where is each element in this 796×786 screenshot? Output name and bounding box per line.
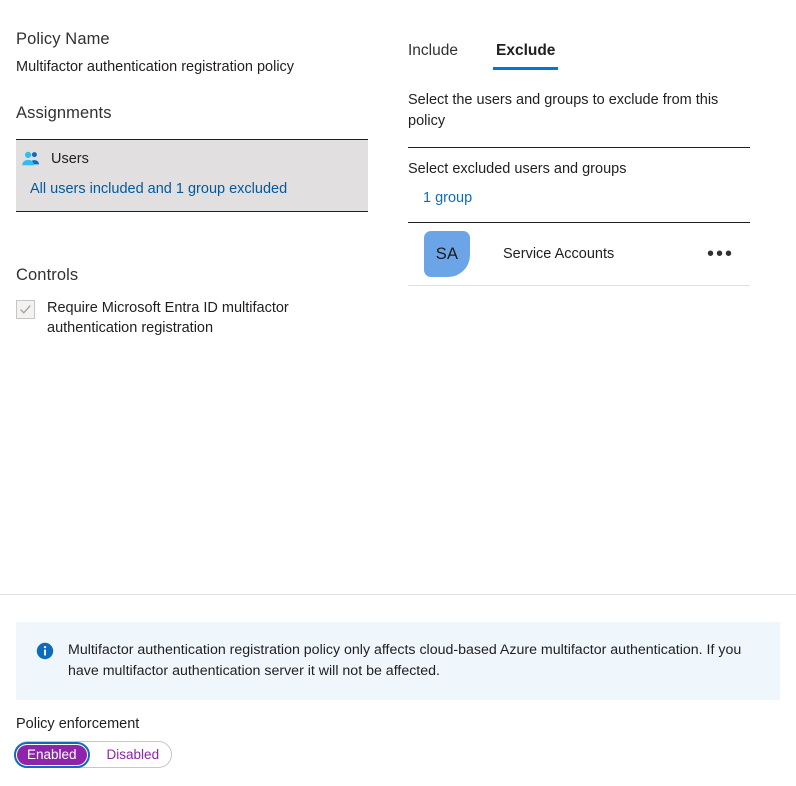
- users-card-header: Users: [16, 147, 368, 171]
- tab-include[interactable]: Include: [408, 42, 458, 70]
- policy-name-label: Policy Name: [16, 30, 110, 48]
- assignments-divider-bottom: [16, 211, 368, 212]
- exclude-panel-column: Include Exclude Select the users and gro…: [408, 0, 750, 286]
- more-options-icon[interactable]: •••: [705, 244, 736, 264]
- controls-heading: Controls: [16, 266, 79, 284]
- policy-detail-top-region: Policy Name Multifactor authentication r…: [0, 0, 796, 594]
- exclude-description: Select the users and groups to exclude f…: [408, 92, 719, 129]
- users-card-title: Users: [51, 151, 89, 167]
- excluded-member-name: Service Accounts: [503, 246, 615, 262]
- exclude-description-divider: [408, 147, 750, 148]
- require-mfa-registration-checkbox: [16, 300, 35, 319]
- avatar: SA: [424, 231, 470, 277]
- policy-enforcement-toggle[interactable]: Enabled Disabled: [14, 741, 173, 768]
- assignment-card-users[interactable]: Users All users included and 1 group exc…: [16, 140, 368, 211]
- policy-name-value: Multifactor authentication registration …: [16, 59, 295, 75]
- include-exclude-tabs: Include Exclude: [408, 38, 750, 70]
- users-card-summary: All users included and 1 group excluded: [30, 181, 288, 197]
- enforcement-option-enabled[interactable]: Enabled: [14, 741, 90, 768]
- excluded-group-count-link[interactable]: 1 group: [408, 190, 750, 206]
- excluded-member-divider: [408, 285, 750, 286]
- assignments-heading: Assignments: [16, 104, 112, 122]
- info-banner: Multifactor authentication registration …: [16, 622, 780, 700]
- info-circle-icon: [36, 642, 54, 660]
- enforcement-option-disabled[interactable]: Disabled: [103, 745, 164, 764]
- control-row-mfa-registration[interactable]: Require Microsoft Entra ID multifactor a…: [16, 298, 368, 338]
- users-group-icon: [20, 148, 42, 170]
- require-mfa-registration-label: Require Microsoft Entra ID multifactor a…: [47, 300, 289, 336]
- footer-divider: [0, 594, 796, 595]
- excluded-member-row[interactable]: SA Service Accounts •••: [408, 223, 750, 285]
- policy-summary-column: Policy Name Multifactor authentication r…: [16, 0, 368, 338]
- tab-exclude[interactable]: Exclude: [492, 42, 559, 70]
- policy-enforcement-label: Policy enforcement: [16, 716, 140, 732]
- info-banner-text: Multifactor authentication registration …: [68, 642, 742, 679]
- select-excluded-label: Select excluded users and groups: [408, 161, 627, 177]
